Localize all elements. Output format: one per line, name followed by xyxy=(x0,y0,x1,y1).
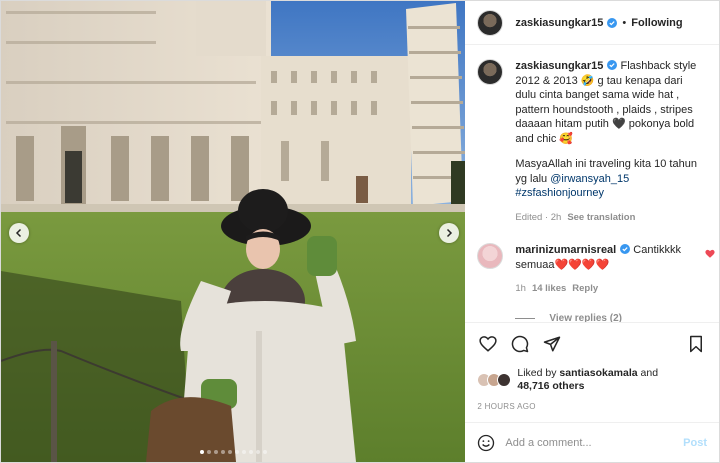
comment-bubble-icon xyxy=(512,335,529,352)
post-sidebar: zaskiasungkar15 • Following zaskiasungka… xyxy=(465,1,719,462)
verified-badge-icon xyxy=(607,17,618,28)
bookmark-icon xyxy=(690,335,702,352)
paper-plane-icon xyxy=(544,336,561,351)
chevron-left-icon xyxy=(15,228,22,238)
carousel-prev-button[interactable] xyxy=(9,223,29,243)
post-comment-button[interactable]: Post xyxy=(683,437,707,449)
add-comment-input[interactable] xyxy=(505,436,684,449)
likes-summary: Liked by santiasokamala and 48,716 other… xyxy=(465,364,719,396)
caption-text: zaskiasungkar15 Flashback style 2012 & 2… xyxy=(515,59,705,225)
save-button[interactable] xyxy=(685,333,707,355)
chevron-right-icon xyxy=(446,228,453,238)
liker-avatars xyxy=(477,373,512,387)
comment-likes-link[interactable]: 14 likes xyxy=(532,283,566,294)
view-replies-label: View replies (2) xyxy=(549,312,622,323)
verified-badge-icon xyxy=(607,60,618,70)
post-photo xyxy=(1,1,466,462)
author-avatar[interactable] xyxy=(477,9,504,36)
verified-badge-icon xyxy=(620,244,631,254)
post-caption: zaskiasungkar15 Flashback style 2012 & 2… xyxy=(477,59,707,225)
reply-button[interactable]: Reply xyxy=(572,283,598,294)
post-timestamp: 2 HOURS AGO xyxy=(477,402,536,411)
replies-divider xyxy=(515,317,536,319)
liker-username[interactable]: santiasokamala xyxy=(559,367,637,379)
comment-button[interactable] xyxy=(509,333,531,355)
carousel-indicator xyxy=(1,450,465,454)
caption-username[interactable]: zaskiasungkar15 xyxy=(515,60,603,72)
following-button[interactable]: Following xyxy=(631,17,682,29)
heart-icon xyxy=(479,335,497,352)
see-translation-link[interactable]: See translation xyxy=(567,212,635,223)
comments-section: zaskiasungkar15 Flashback style 2012 & 2… xyxy=(465,45,719,322)
caption-author-avatar[interactable] xyxy=(477,59,504,85)
carousel-dot xyxy=(234,450,239,454)
like-button[interactable] xyxy=(477,333,499,355)
author-username[interactable]: zaskiasungkar15 xyxy=(515,17,603,29)
carousel-next-button[interactable] xyxy=(439,223,459,243)
liker-avatar[interactable] xyxy=(497,373,512,387)
instagram-post: zaskiasungkar15 • Following zaskiasungka… xyxy=(0,0,720,463)
carousel-dot xyxy=(227,450,232,454)
caption-body: Flashback style 2012 & 2013 🤣 g tau kena… xyxy=(515,60,697,145)
hashtag-link[interactable]: #zsfashionjourney xyxy=(515,187,604,199)
likes-and: and xyxy=(637,367,659,379)
likes-count-link[interactable]: 48,716 others xyxy=(517,380,584,392)
carousel-dot xyxy=(241,450,246,454)
share-button[interactable] xyxy=(541,333,563,355)
commenter-username[interactable]: marinizumarnisreal xyxy=(515,244,616,256)
mention-link[interactable]: @irwansyah_15 xyxy=(550,173,629,185)
header-separator: • xyxy=(622,16,627,29)
carousel-dot xyxy=(262,450,267,454)
comment-heart-icon[interactable] xyxy=(705,249,715,259)
edited-label: Edited · 2h xyxy=(515,211,562,223)
carousel-dot xyxy=(248,450,253,454)
commenter-avatar[interactable] xyxy=(477,243,504,269)
comment-meta: 1h 14 likes Reply xyxy=(515,282,695,297)
caption-meta: Edited · 2h See translation xyxy=(515,211,705,226)
comment-age: 1h xyxy=(515,283,526,294)
carousel-dot xyxy=(199,450,204,454)
likes-text: Liked by santiasokamala and 48,716 other… xyxy=(517,367,658,393)
add-comment-bar: Post xyxy=(465,422,719,462)
carousel-dot xyxy=(206,450,211,454)
emoji-icon[interactable] xyxy=(477,434,495,452)
post-media[interactable] xyxy=(1,1,466,462)
carousel-dot xyxy=(255,450,260,454)
comment-item: marinizumarnisreal Cantikkkk semuaa❤️❤️❤… xyxy=(477,243,715,297)
view-replies-button[interactable]: View replies (2) xyxy=(515,312,707,323)
action-bar xyxy=(465,322,719,364)
comment-text: marinizumarnisreal Cantikkkk semuaa❤️❤️❤… xyxy=(515,243,695,297)
likes-prefix: Liked by xyxy=(517,367,560,379)
post-header: zaskiasungkar15 • Following xyxy=(465,1,719,45)
carousel-dot xyxy=(220,450,225,454)
carousel-dot xyxy=(213,450,218,454)
